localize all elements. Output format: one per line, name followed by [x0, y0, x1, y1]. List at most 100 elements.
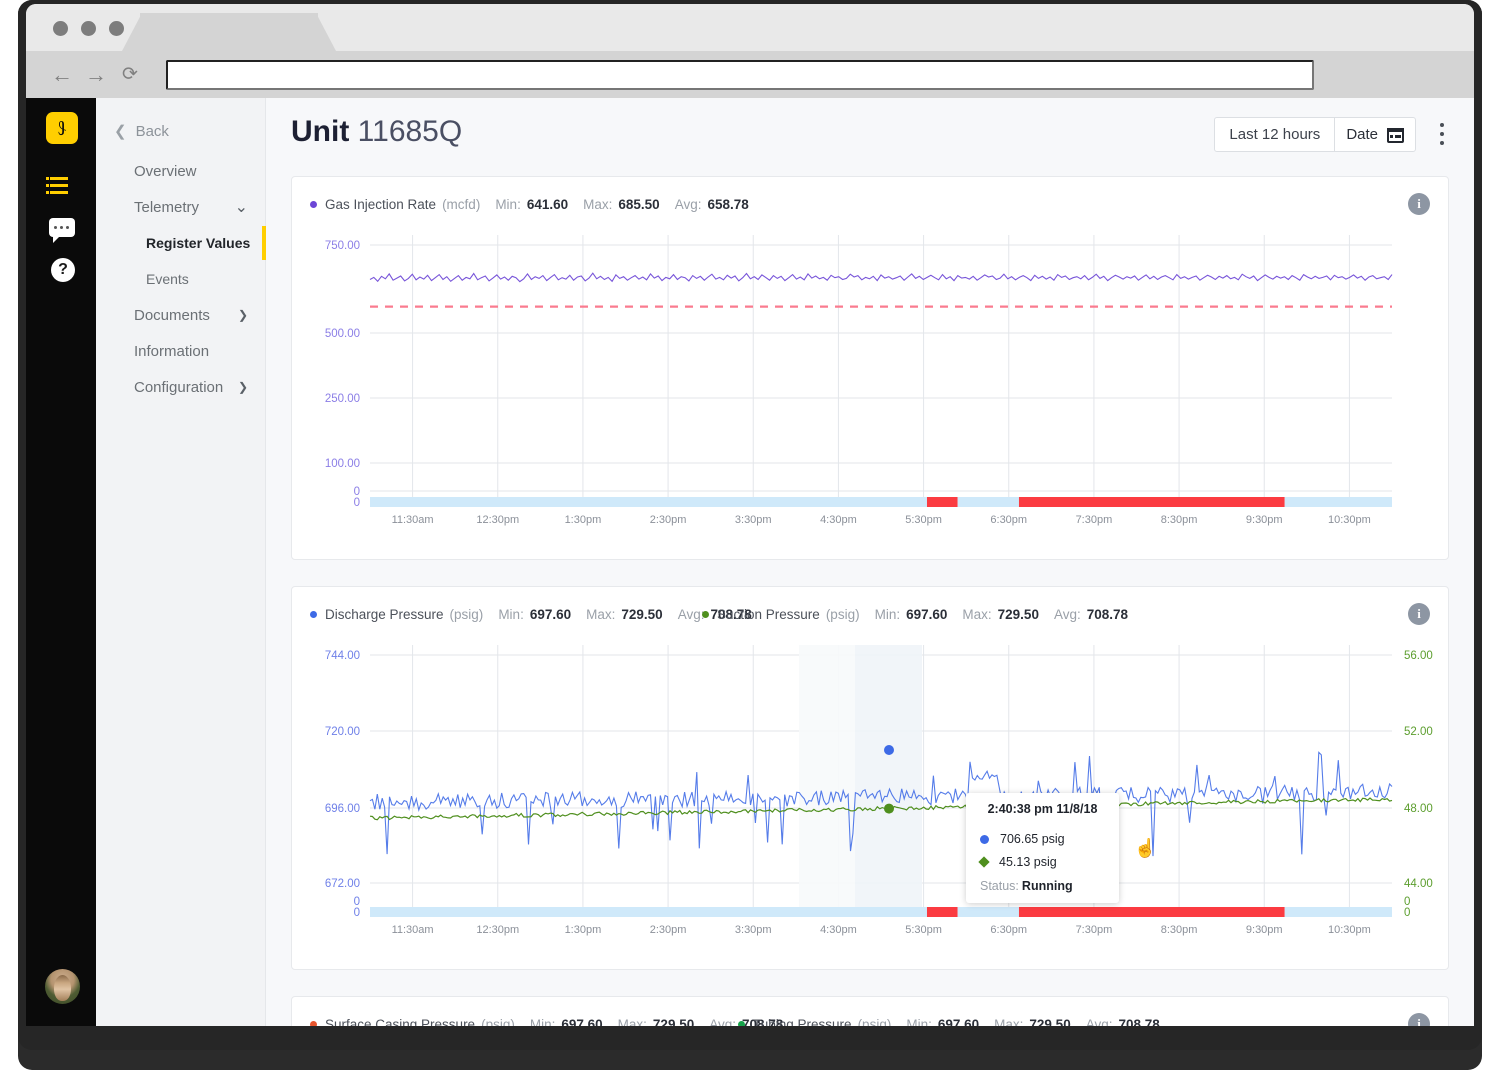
max-label: Max: [617, 1017, 647, 1026]
chart-legend-tubing: Tubing Pressure (psig) Min: 697.60 Max: … [738, 1017, 1160, 1026]
svg-text:12:30pm: 12:30pm [476, 924, 519, 936]
min-value: 641.60 [526, 197, 569, 212]
series-unit: (psig) [481, 1017, 515, 1026]
help-icon[interactable]: ? [46, 254, 78, 286]
app-viewport: ℓ ? ❮ Back Overview Telemetry ⌄ Register… [26, 98, 1474, 1026]
svg-text:4:30pm: 4:30pm [820, 514, 857, 526]
max-value: 685.50 [618, 197, 660, 212]
sidebar-item-label: Overview [134, 162, 197, 180]
window-maximize-button[interactable] [109, 21, 124, 36]
list-icon[interactable] [46, 170, 78, 202]
svg-text:11:30am: 11:30am [392, 924, 434, 936]
sidebar-item-label: Configuration [134, 378, 224, 396]
svg-text:52.00: 52.00 [1404, 726, 1433, 738]
chart-card-gas-injection: Gas Injection Rate (mcfd) Min: 641.60 Ma… [291, 176, 1449, 560]
info-icon[interactable]: i [1408, 1013, 1430, 1026]
sidebar-item-telemetry[interactable]: Telemetry ⌄ [96, 190, 266, 224]
device-frame: ← → ⟳ ℓ ? ❮ Back Overview Telemetry ⌄ Re… [0, 0, 1500, 1092]
sidebar-item-events[interactable]: Events [96, 262, 266, 296]
tooltip-row-discharge: 706.65 psig [980, 832, 1065, 846]
date-button-label: Date [1346, 126, 1378, 143]
avatar[interactable] [45, 969, 80, 1004]
info-icon[interactable]: i [1408, 603, 1430, 625]
back-label: Back [135, 122, 169, 140]
min-label: Min: [906, 1017, 932, 1026]
info-icon[interactable]: i [1408, 193, 1430, 215]
svg-text:10:30pm: 10:30pm [1328, 514, 1371, 526]
more-vertical-icon[interactable] [1432, 121, 1452, 147]
svg-text:10:30pm: 10:30pm [1328, 924, 1371, 936]
chart-card-pressure: Discharge Pressure (psig) Min: 697.60 Ma… [291, 586, 1449, 970]
chevron-down-icon: ⌄ [234, 199, 248, 216]
svg-text:3:30pm: 3:30pm [735, 924, 772, 936]
date-range-controls: Last 12 hours Date [1214, 117, 1416, 152]
sidebar-item-label: Register Values [146, 235, 251, 251]
icon-rail: ℓ ? [26, 98, 96, 1026]
logo-glyph: ℓ [58, 116, 66, 140]
chart-card-casing-tubing: Surface Casing Pressure (psig) Min: 697.… [291, 996, 1449, 1026]
app-logo[interactable]: ℓ [46, 112, 78, 144]
svg-text:2:30pm: 2:30pm [650, 924, 687, 936]
chart-plot-pressure: 744.00 56.00 720.00 52.00 696.00 48.00 672.00 4… [292, 633, 1448, 963]
svg-text:12:30pm: 12:30pm [476, 514, 519, 526]
sidebar-item-overview[interactable]: Overview [96, 154, 266, 188]
sidebar-item-register-values[interactable]: Register Values [96, 226, 266, 260]
svg-text:250.00: 250.00 [325, 393, 360, 405]
series-name: Gas Injection Rate [325, 197, 437, 212]
sidebar-item-documents[interactable]: Documents ❯ [96, 298, 266, 332]
chevron-right-icon: ❯ [237, 308, 248, 322]
sidebar-item-configuration[interactable]: Configuration ❯ [96, 370, 266, 404]
calendar-icon [1387, 126, 1404, 143]
hand-cursor-icon: ☝ [1134, 838, 1157, 858]
arrow-right-icon[interactable]: → [82, 61, 110, 89]
max-value: 729.50 [1029, 1017, 1071, 1026]
svg-text:7:30pm: 7:30pm [1076, 514, 1113, 526]
arrow-left-icon[interactable]: ← [48, 61, 76, 89]
min-label: Min: [874, 607, 901, 622]
series-unit: (mcfd) [442, 197, 481, 212]
page-title-prefix: Unit [291, 115, 350, 148]
svg-text:9:30pm: 9:30pm [1246, 924, 1283, 936]
url-input[interactable] [166, 60, 1314, 90]
avg-value: 708.78 [1086, 607, 1129, 622]
sidebar-item-information[interactable]: Information [96, 334, 266, 368]
tooltip-value: 45.13 psig [999, 855, 1057, 869]
window-close-button[interactable] [53, 21, 68, 36]
legend-color-dot [310, 1021, 317, 1026]
svg-text:3:30pm: 3:30pm [735, 514, 772, 526]
date-button[interactable]: Date [1335, 118, 1415, 151]
back-button[interactable]: ❮ Back [114, 120, 169, 142]
series-unit: (psig) [449, 607, 484, 622]
tooltip-status: Status: Running [980, 879, 1073, 893]
range-select[interactable]: Last 12 hours [1215, 118, 1336, 151]
max-label: Max: [583, 197, 613, 212]
svg-text:1:30pm: 1:30pm [565, 514, 602, 526]
avg-value: 708.78 [1118, 1017, 1160, 1026]
chart-legend-gas-injection: Gas Injection Rate (mcfd) Min: 641.60 Ma… [310, 197, 749, 212]
max-label: Max: [586, 607, 616, 622]
svg-text:100.00: 100.00 [325, 458, 360, 470]
page-header: Unit 11685Q Last 12 hours Date [266, 98, 1474, 176]
svg-text:720.00: 720.00 [325, 726, 360, 738]
chevron-left-icon: ❮ [114, 122, 127, 140]
tooltip-value: 706.65 psig [1000, 832, 1065, 846]
sidebar-nav: ❮ Back Overview Telemetry ⌄ Register Val… [96, 98, 266, 1026]
reload-icon[interactable]: ⟳ [116, 61, 144, 89]
svg-text:8:30pm: 8:30pm [1161, 514, 1198, 526]
svg-text:48.00: 48.00 [1404, 803, 1433, 815]
avg-value: 658.78 [707, 197, 749, 212]
window-minimize-button[interactable] [81, 21, 96, 36]
max-value: 729.50 [997, 607, 1039, 622]
svg-text:0: 0 [1404, 907, 1410, 919]
browser-tab[interactable] [140, 13, 318, 51]
chat-icon[interactable] [46, 212, 78, 244]
browser-chrome: ← → ⟳ [26, 4, 1474, 98]
svg-text:2:30pm: 2:30pm [650, 514, 687, 526]
svg-text:5:30pm: 5:30pm [905, 514, 942, 526]
svg-text:11:30am: 11:30am [392, 514, 434, 526]
svg-text:4:30pm: 4:30pm [820, 924, 857, 936]
legend-color-dot [702, 611, 709, 618]
min-label: Min: [495, 197, 521, 212]
chart-legend-surface-casing: Surface Casing Pressure (psig) Min: 697.… [310, 1017, 783, 1026]
min-value: 697.60 [906, 607, 948, 622]
